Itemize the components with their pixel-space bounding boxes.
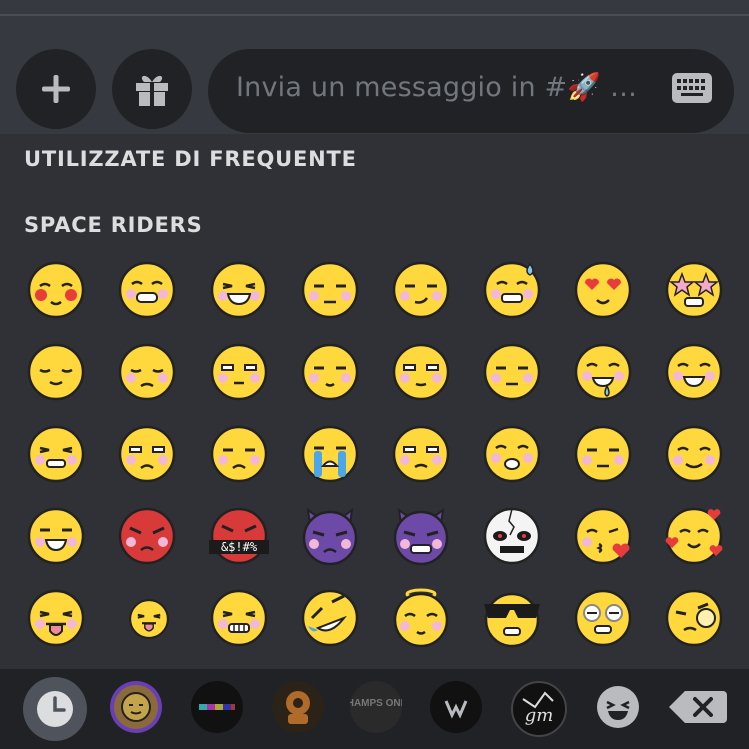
emoji-picker-panel: UTILIZZATE DI FREQUENTE SPACE RIDERS &$!… [0,134,749,669]
tab-server-4[interactable]: CHAMPS ONLY [340,681,413,733]
server-avatar-icon [286,691,310,724]
emoji-skull-mask[interactable] [482,506,542,566]
emoji-tired[interactable] [573,424,633,484]
smiley-icon [597,686,639,728]
emoji-drooling[interactable] [573,342,633,402]
emoji-sad-tear[interactable] [391,424,451,484]
emoji-sunglasses[interactable] [482,588,542,648]
emoji-smiling-hearts[interactable] [664,506,724,566]
emoji-heart-eyes[interactable] [573,260,633,320]
emoji-devil-frown[interactable] [300,506,360,566]
emoji-content[interactable] [26,342,86,402]
server-6-label: gm [525,705,554,726]
message-placeholder: Invia un messaggio in #🚀 … [236,72,638,103]
gift-icon [136,75,168,106]
emoji-angry-red[interactable] [117,506,177,566]
emoji-cursing[interactable]: &$!#% [209,506,269,566]
emoji-nerd-glasses[interactable] [573,588,633,648]
tab-server-1[interactable] [110,681,162,733]
server-avatar-icon: gm [522,691,554,726]
tab-server-3[interactable] [272,681,324,733]
emoji-devil-grin[interactable] [391,506,451,566]
server-4-label: CHAMPS ONLY [350,698,402,709]
tab-server-2[interactable] [191,681,243,733]
message-composer: Invia un messaggio in #🚀 … [0,16,749,134]
emoji-blushing[interactable] [26,260,86,320]
message-input[interactable]: Invia un messaggio in #🚀 … [208,49,734,133]
emoji-grin[interactable] [117,260,177,320]
emoji-surprised[interactable] [482,424,542,484]
emoji-kissing-heart[interactable] [573,506,633,566]
server-avatar-icon: CHAMPS ONLY [340,698,413,709]
censored-text: &$!#% [221,540,258,554]
emoji-disappointed[interactable] [117,424,177,484]
emoji-tongue-small[interactable] [128,598,170,640]
emoji-grimacing[interactable] [209,588,269,648]
backspace-icon [669,691,727,723]
gift-button[interactable] [112,49,192,129]
add-attachment-button[interactable] [16,49,96,129]
emoji-monocle[interactable] [664,588,724,648]
emoji-innocent[interactable] [391,588,451,648]
backspace-button[interactable] [667,681,729,733]
emoji-category-tabs: CHAMPS ONLY gm [0,669,749,749]
server-avatar-icon [444,700,468,719]
section-title-space-riders: SPACE RIDERS [24,213,203,237]
emoji-shy[interactable] [300,342,360,402]
keyboard-icon[interactable] [672,73,712,103]
tab-people[interactable] [592,681,644,733]
emoji-persevering[interactable] [26,424,86,484]
emoji-unamused[interactable] [300,260,360,320]
tab-server-5[interactable] [430,681,482,733]
emoji-meh[interactable] [391,342,451,402]
emoji-pensive[interactable] [117,342,177,402]
emoji-savoring[interactable] [664,424,724,484]
emoji-laughing[interactable] [209,260,269,320]
section-title-frequent: UTILIZZATE DI FREQUENTE [24,147,357,171]
server-avatar-icon [114,685,158,729]
emoji-sweat-grin[interactable] [482,260,542,320]
tab-recent[interactable] [23,677,87,741]
emoji-neutral[interactable] [209,342,269,402]
emoji-rolling-laughing[interactable] [300,588,360,648]
emoji-grinning-squint[interactable] [26,506,86,566]
plus-icon [42,75,70,103]
emoji-crying[interactable] [300,424,360,484]
emoji-smirk[interactable] [391,260,451,320]
emoji-star-struck[interactable] [664,260,724,320]
clock-icon [37,691,73,727]
emoji-worried[interactable] [209,424,269,484]
emoji-expressionless[interactable] [482,342,542,402]
server-avatar-icon [199,704,235,710]
emoji-tongue-squint[interactable] [26,588,86,648]
top-divider [0,0,749,16]
tab-server-6[interactable]: gm [511,681,567,737]
emoji-yum[interactable] [664,342,724,402]
